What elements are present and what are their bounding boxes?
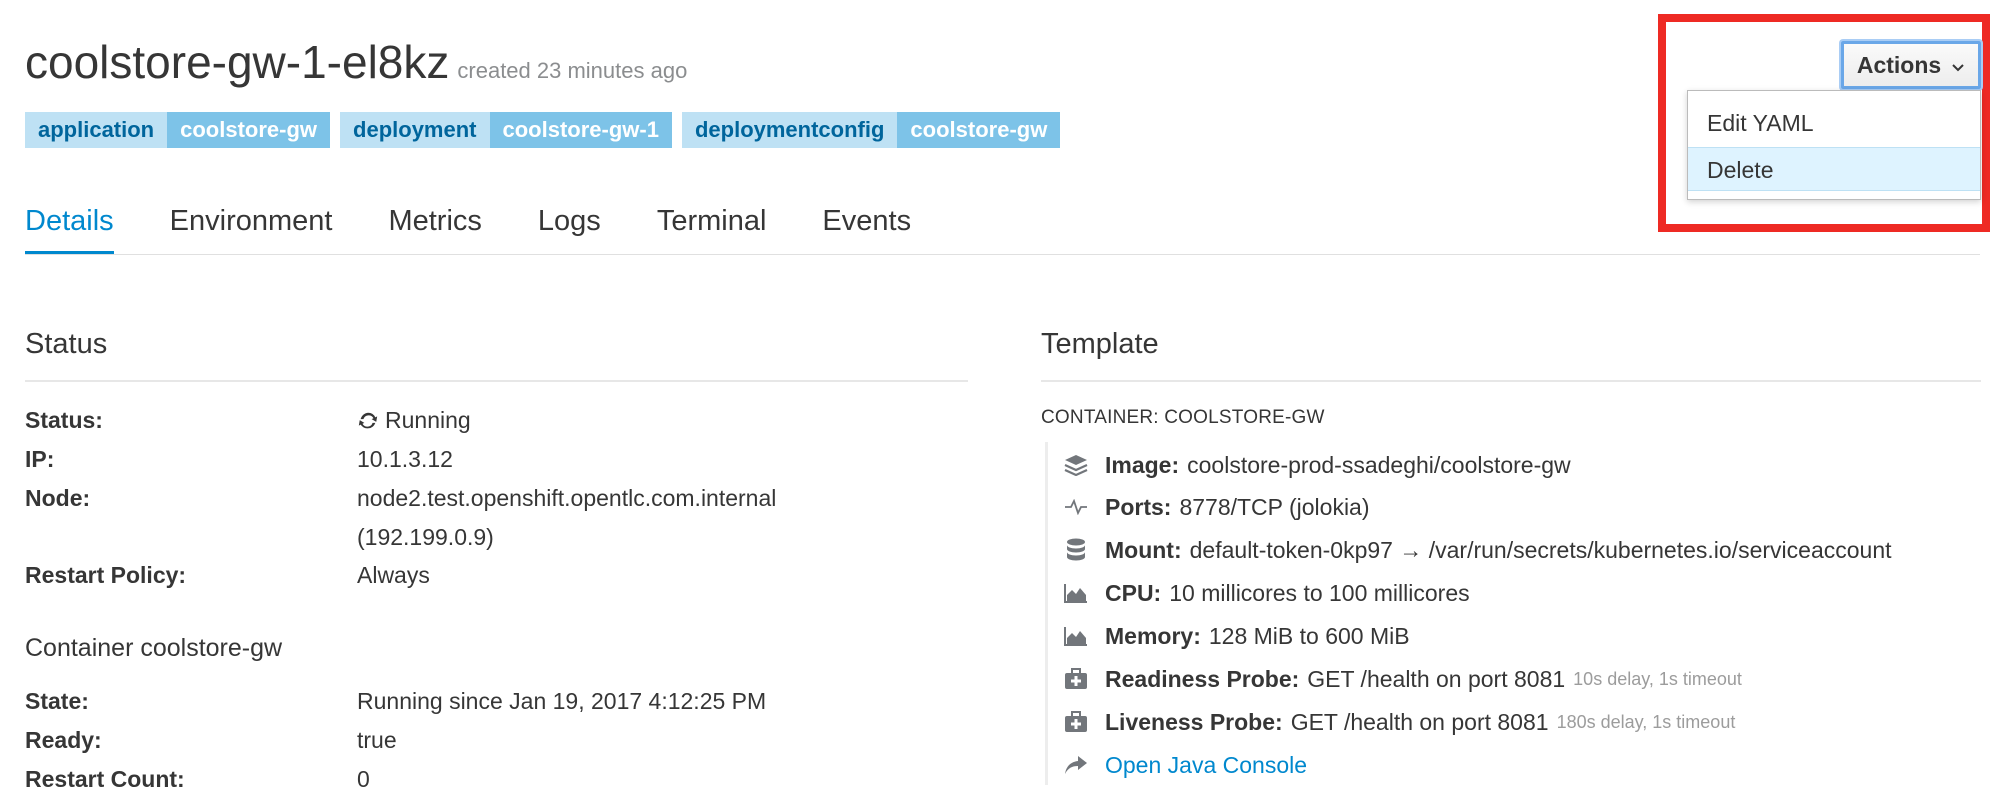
tab-events[interactable]: Events [822, 198, 911, 254]
container-caption: CONTAINER: COOLSTORE-GW [1041, 407, 1325, 428]
template-key: Memory: [1105, 622, 1201, 649]
restart-count-value: 0 [357, 766, 370, 792]
node-value: node2.test.openshift.opentlc.com.interna… [357, 485, 777, 511]
open-java-console-link[interactable]: Open Java Console [1105, 752, 1307, 779]
actions-button[interactable]: Actions [1841, 41, 1981, 89]
template-key: Ports: [1105, 493, 1172, 520]
template-cpu-row: CPU: 10 millicores to 100 millicores [1063, 576, 1470, 610]
template-value: GET /health on port 8081 [1307, 665, 1566, 692]
tab-bar: Details Environment Metrics Logs Termina… [25, 198, 967, 254]
status-heading: Status [25, 328, 108, 360]
ready-label: Ready: [25, 727, 102, 753]
template-heading: Template [1041, 328, 1159, 360]
template-divider [1041, 380, 1981, 382]
created-timestamp: created 23 minutes ago [457, 58, 688, 83]
status-running-text: Running [385, 407, 471, 433]
node-label: Node: [25, 485, 91, 511]
state-label: State: [25, 688, 89, 714]
template-key: Liveness Probe: [1105, 708, 1283, 735]
tab-details[interactable]: Details [25, 198, 114, 254]
menu-item-edit-yaml[interactable]: Edit YAML [1688, 101, 1980, 145]
state-value: Running since Jan 19, 2017 4:12:25 PM [357, 688, 767, 714]
actions-button-label: Actions [1856, 51, 1942, 78]
ports-pulse-icon [1063, 494, 1089, 520]
cpu-area-chart-icon [1063, 580, 1089, 606]
template-memory-row: Memory: 128 MiB to 600 MiB [1063, 619, 1410, 653]
liveness-probe-medkit-icon [1063, 709, 1089, 735]
status-label: Status: [25, 407, 103, 433]
template-key: Readiness Probe: [1105, 665, 1300, 692]
template-ports-row: Ports: 8778/TCP (jolokia) [1063, 490, 1370, 524]
tab-metrics[interactable]: Metrics [388, 198, 481, 254]
label-deploymentconfig[interactable]: deploymentconfig coolstore-gw [681, 112, 1061, 148]
tab-environment[interactable]: Environment [170, 198, 333, 254]
template-note: 180s delay, 1s timeout [1556, 711, 1736, 732]
tab-terminal[interactable]: Terminal [657, 198, 767, 254]
restart-policy-label: Restart Policy: [25, 562, 187, 588]
template-key: Mount: [1105, 536, 1182, 563]
restart-policy-value: Always [357, 562, 430, 588]
memory-area-chart-icon [1063, 623, 1089, 649]
template-key: CPU: [1105, 579, 1162, 606]
label-key[interactable]: deploymentconfig [681, 112, 898, 148]
template-readiness-row: Readiness Probe: GET /health on port 808… [1063, 662, 1742, 696]
label-deployment[interactable]: deployment coolstore-gw-1 [340, 112, 672, 148]
status-divider [25, 380, 968, 382]
mount-database-icon [1063, 537, 1089, 563]
template-image-row: Image: coolstore-prod-ssadeghi/coolstore… [1063, 448, 1571, 482]
template-key: Image: [1105, 451, 1180, 478]
share-arrow-icon [1063, 752, 1089, 778]
template-value: default-token-0kp97 → /var/run/secrets/k… [1189, 536, 1892, 563]
template-value: 128 MiB to 600 MiB [1208, 622, 1410, 649]
open-java-console-row[interactable]: Open Java Console [1063, 748, 1307, 782]
template-value: 10 millicores to 100 millicores [1169, 579, 1470, 606]
template-value: 8778/TCP (jolokia) [1179, 493, 1370, 520]
template-value: GET /health on port 8081 [1290, 708, 1549, 735]
template-left-bar [1045, 442, 1048, 785]
template-mount-row: Mount: default-token-0kp97 → /var/run/se… [1063, 533, 1892, 567]
label-key[interactable]: deployment [340, 112, 490, 148]
label-application[interactable]: application coolstore-gw [25, 112, 331, 148]
tabs-divider [25, 254, 1980, 255]
template-liveness-row: Liveness Probe: GET /health on port 8081… [1063, 705, 1735, 739]
restart-count-label: Restart Count: [25, 766, 185, 792]
chevron-down-icon [1951, 52, 1965, 79]
ip-label: IP: [25, 446, 55, 472]
menu-item-delete[interactable]: Delete [1688, 147, 1980, 191]
ip-value: 10.1.3.12 [357, 446, 453, 472]
label-list: application coolstore-gw deployment cool… [25, 112, 1061, 148]
label-value[interactable]: coolstore-gw-1 [489, 112, 672, 148]
node-ip-value: (192.199.0.9) [357, 524, 494, 550]
status-value: Running [357, 407, 471, 434]
pod-title: coolstore-gw-1-el8kz created 23 minutes a… [25, 34, 687, 99]
sync-icon [357, 410, 379, 432]
tab-logs[interactable]: Logs [538, 198, 601, 254]
label-key[interactable]: application [25, 112, 168, 148]
label-value[interactable]: coolstore-gw [167, 112, 331, 148]
container-heading: Container coolstore-gw [25, 634, 283, 662]
ready-value: true [357, 727, 397, 753]
image-layers-icon [1063, 452, 1089, 478]
template-note: 10s delay, 1s timeout [1573, 668, 1742, 689]
actions-dropdown-menu: Edit YAML Delete [1687, 90, 1981, 200]
label-value[interactable]: coolstore-gw [897, 112, 1061, 148]
template-value: coolstore-prod-ssadeghi/coolstore-gw [1187, 451, 1571, 478]
readiness-probe-medkit-icon [1063, 666, 1089, 692]
pod-name: coolstore-gw-1-el8kz [25, 36, 450, 88]
